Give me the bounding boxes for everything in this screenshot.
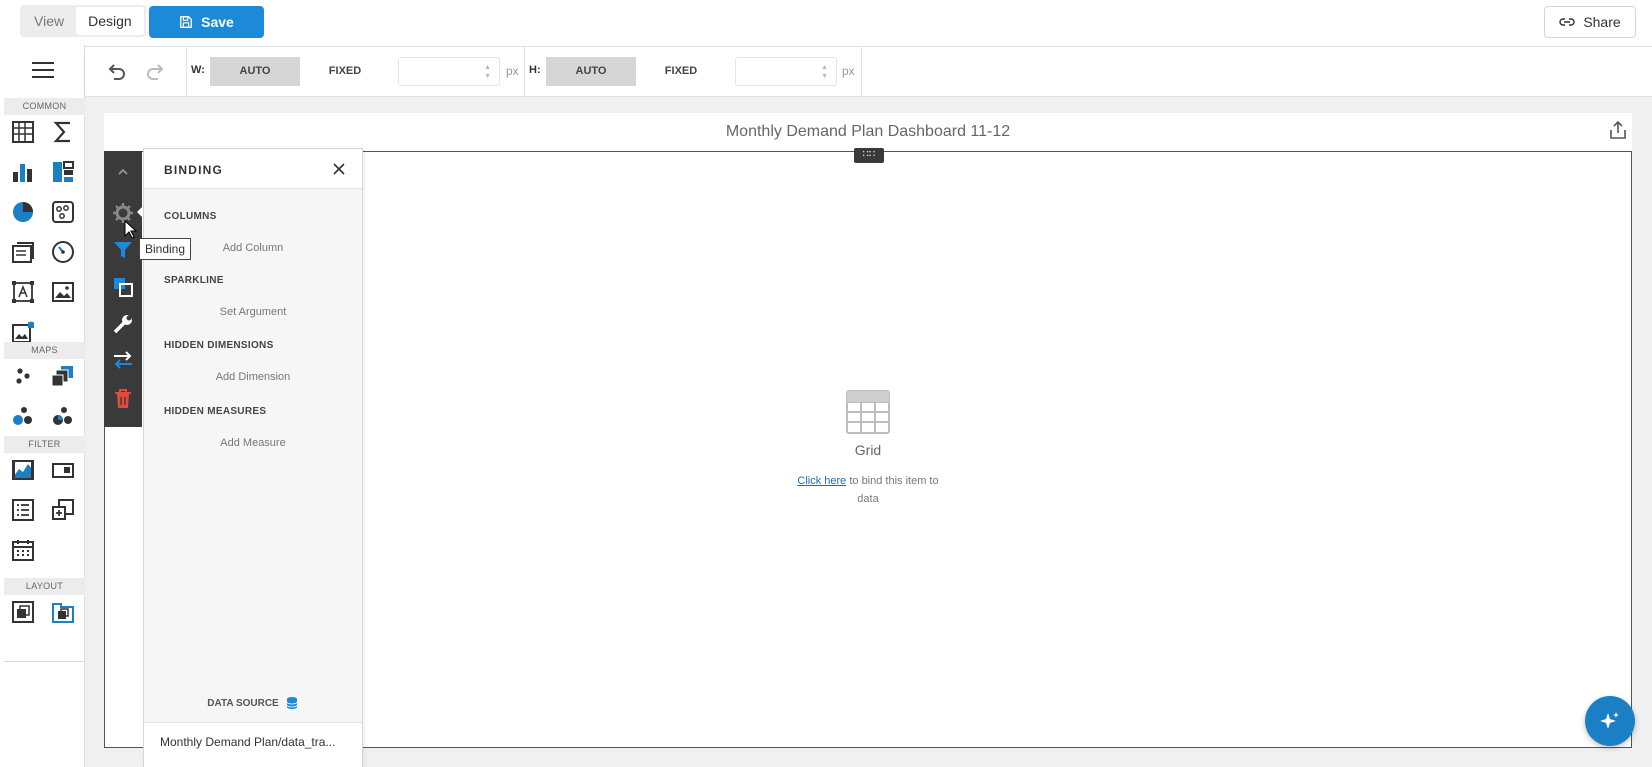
width-unit: px	[506, 64, 519, 78]
undo-icon[interactable]	[105, 61, 127, 83]
height-auto-button[interactable]: AUTO	[546, 57, 636, 86]
cards-icon[interactable]	[10, 239, 36, 265]
binding-tooltip: Binding	[139, 238, 192, 260]
view-mode-button[interactable]: View	[22, 7, 76, 35]
save-icon	[180, 16, 193, 28]
choropleth-map-icon[interactable]	[50, 363, 76, 389]
grid-placeholder-icon	[846, 390, 890, 434]
close-icon[interactable]	[332, 162, 346, 176]
grid-placeholder: Grid Click here to bind this item to dat…	[786, 390, 950, 508]
toolbar-separator	[186, 47, 187, 96]
scatter-icon[interactable]	[50, 199, 76, 225]
mouse-cursor-icon	[124, 219, 138, 240]
list-box-icon[interactable]	[10, 497, 36, 523]
bar-chart-icon[interactable]	[10, 159, 36, 185]
height-label: H:	[529, 64, 541, 76]
date-filter-icon[interactable]	[10, 537, 36, 563]
filter-icon[interactable]	[111, 238, 135, 262]
menu-icon[interactable]	[32, 62, 54, 78]
pivot-sum-icon[interactable]	[50, 119, 76, 145]
combo-box-icon[interactable]	[50, 457, 76, 483]
binding-panel-title: BINDING	[164, 163, 224, 177]
group-icon[interactable]	[10, 599, 36, 625]
tab-container-icon[interactable]	[50, 599, 76, 625]
bubble-map-icon[interactable]	[10, 403, 36, 429]
section-maps: MAPS	[4, 342, 85, 359]
swap-icon[interactable]	[111, 348, 135, 372]
width-auto-button[interactable]: AUTO	[210, 57, 300, 86]
gauge-icon[interactable]	[50, 239, 76, 265]
convert-icon[interactable]	[111, 275, 135, 299]
pie-map-icon[interactable]	[50, 403, 76, 429]
section-hidden-measures: HIDDEN MEASURES	[164, 406, 267, 417]
share-button[interactable]: Share	[1544, 6, 1636, 38]
height-spinner[interactable]: ▲ ▼	[821, 63, 828, 81]
width-label: W:	[191, 64, 205, 76]
data-source-header: DATA SOURCE	[144, 696, 362, 710]
add-measure-button[interactable]: Add Measure	[144, 437, 362, 449]
dashboard-header: Monthly Demand Plan Dashboard 11-12	[104, 113, 1632, 151]
placeholder-title: Grid	[854, 442, 882, 458]
height-fixed-button[interactable]: FIXED	[636, 57, 726, 86]
image-icon[interactable]	[50, 279, 76, 305]
tree-view-icon[interactable]	[50, 497, 76, 523]
data-source-label: DATA SOURCE	[207, 697, 279, 709]
data-source-selector[interactable]: Monthly Demand Plan/data_tra...	[144, 722, 362, 767]
height-input[interactable]: ▲ ▼	[735, 57, 837, 86]
item-options-rail	[104, 151, 142, 427]
link-icon	[1559, 18, 1575, 26]
add-dimension-button[interactable]: Add Dimension	[144, 371, 362, 383]
drag-handle-icon[interactable]: ∷∷	[854, 148, 884, 163]
section-common: COMMON	[4, 98, 85, 115]
section-sparkline: SPARKLINE	[164, 275, 224, 286]
toolbar-separator	[524, 47, 525, 96]
grid-icon[interactable]	[10, 119, 36, 145]
toolbox-divider	[4, 661, 85, 662]
height-unit: px	[842, 64, 855, 78]
placeholder-description: to bind this item to data	[846, 475, 939, 505]
toolbar-separator	[861, 47, 862, 96]
export-icon[interactable]	[1608, 120, 1628, 140]
sparkle-icon	[1600, 712, 1619, 729]
save-label: Save	[201, 14, 234, 30]
ai-assistant-button[interactable]	[1585, 696, 1635, 746]
width-spinner[interactable]: ▲ ▼	[484, 63, 491, 81]
geo-point-map-icon[interactable]	[10, 363, 36, 389]
range-filter-icon[interactable]	[10, 457, 36, 483]
placeholder-text: Click here to bind this item to data	[786, 472, 950, 508]
section-filter: FILTER	[4, 436, 85, 453]
toolbox: COMMON MAPS FILTER LAYOUT	[0, 44, 85, 767]
property-toolbar: W: AUTO FIXED ▲ ▼ px H: AUTO FIXED ▲ ▼ px	[85, 46, 1652, 97]
width-fixed-button[interactable]: FIXED	[300, 57, 390, 86]
dashboard-title[interactable]: Monthly Demand Plan Dashboard 11-12	[104, 123, 1632, 141]
top-bar: View Design Save Share	[0, 0, 1652, 44]
section-layout: LAYOUT	[4, 578, 85, 595]
treemap-icon[interactable]	[50, 159, 76, 185]
share-label: Share	[1583, 14, 1621, 30]
width-input[interactable]: ▲ ▼	[398, 57, 500, 86]
binding-panel-header: BINDING	[144, 149, 362, 189]
pie-chart-icon[interactable]	[10, 199, 36, 225]
wrench-icon[interactable]	[111, 312, 135, 336]
database-icon	[286, 697, 298, 709]
redo-icon[interactable]	[145, 61, 167, 83]
delete-icon[interactable]	[111, 387, 135, 411]
collapse-up-icon[interactable]	[111, 160, 135, 184]
view-design-toggle: View Design	[20, 5, 146, 37]
bind-data-link[interactable]: Click here	[797, 475, 846, 487]
section-hidden-dimensions: HIDDEN DIMENSIONS	[164, 340, 274, 351]
text-box-icon[interactable]	[10, 279, 36, 305]
save-button[interactable]: Save	[149, 6, 264, 38]
design-mode-button[interactable]: Design	[76, 7, 144, 35]
set-argument-button[interactable]: Set Argument	[144, 306, 362, 318]
section-columns: COLUMNS	[164, 211, 217, 222]
